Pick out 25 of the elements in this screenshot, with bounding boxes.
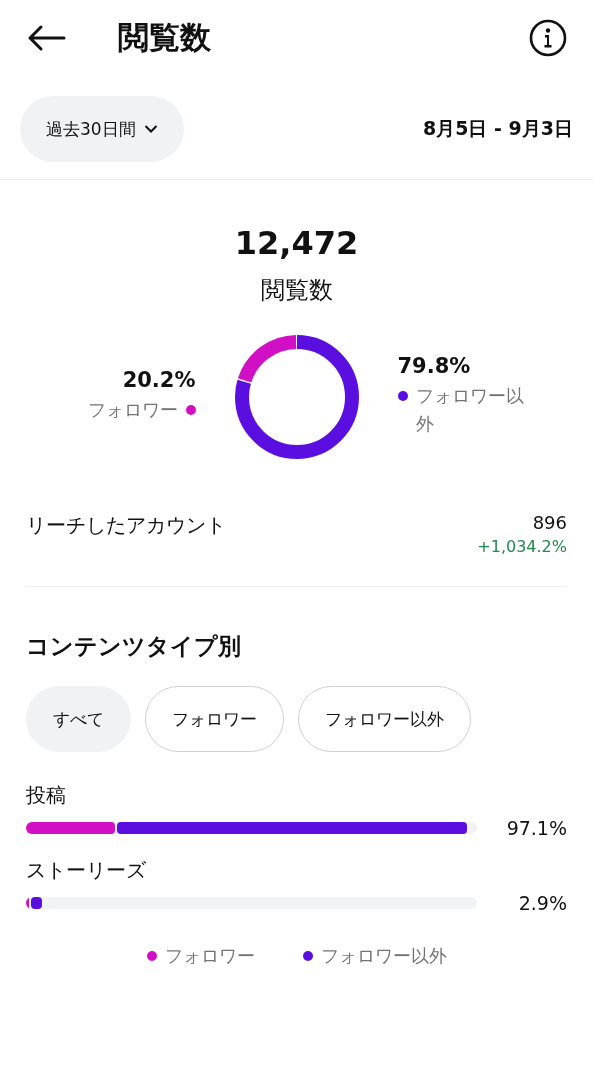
legend-label: フォロワー以外 — [415, 384, 525, 436]
period-dropdown[interactable]: 過去30日間 — [20, 96, 184, 162]
legend-label: フォロワー — [87, 398, 178, 422]
reach-label: リーチしたアカウント — [26, 512, 226, 539]
filter-chip[interactable]: フォロワー — [145, 686, 284, 752]
total-views: 12,472 — [234, 224, 359, 262]
legend-label: フォロワー以外 — [320, 944, 447, 968]
content-type-label: ストーリーズ — [26, 857, 147, 884]
section-title: コンテンツタイプ別 — [26, 632, 242, 661]
percentage: 2.9% — [517, 892, 567, 914]
percentage: 97.1% — [505, 817, 567, 839]
info-icon[interactable] — [529, 19, 567, 57]
date-range: 8月5日 - 9月3日 — [423, 116, 573, 141]
filter-chip[interactable]: フォロワー以外 — [298, 686, 471, 752]
reach-value: 896 — [532, 512, 567, 533]
percentage: 79.8% — [397, 354, 471, 378]
change-percentage: +1,034.2% — [477, 537, 567, 556]
caret-icon — [143, 124, 158, 134]
percentage: 20.2% — [122, 368, 196, 392]
back-icon[interactable] — [26, 24, 66, 52]
filter-chip[interactable]: すべて — [26, 686, 131, 752]
legend-label: フォロワー — [164, 944, 255, 968]
page-title: 閲覧数 — [118, 18, 212, 57]
views-label: 閲覧数 — [260, 275, 333, 306]
content-type-label: 投稿 — [26, 782, 67, 809]
